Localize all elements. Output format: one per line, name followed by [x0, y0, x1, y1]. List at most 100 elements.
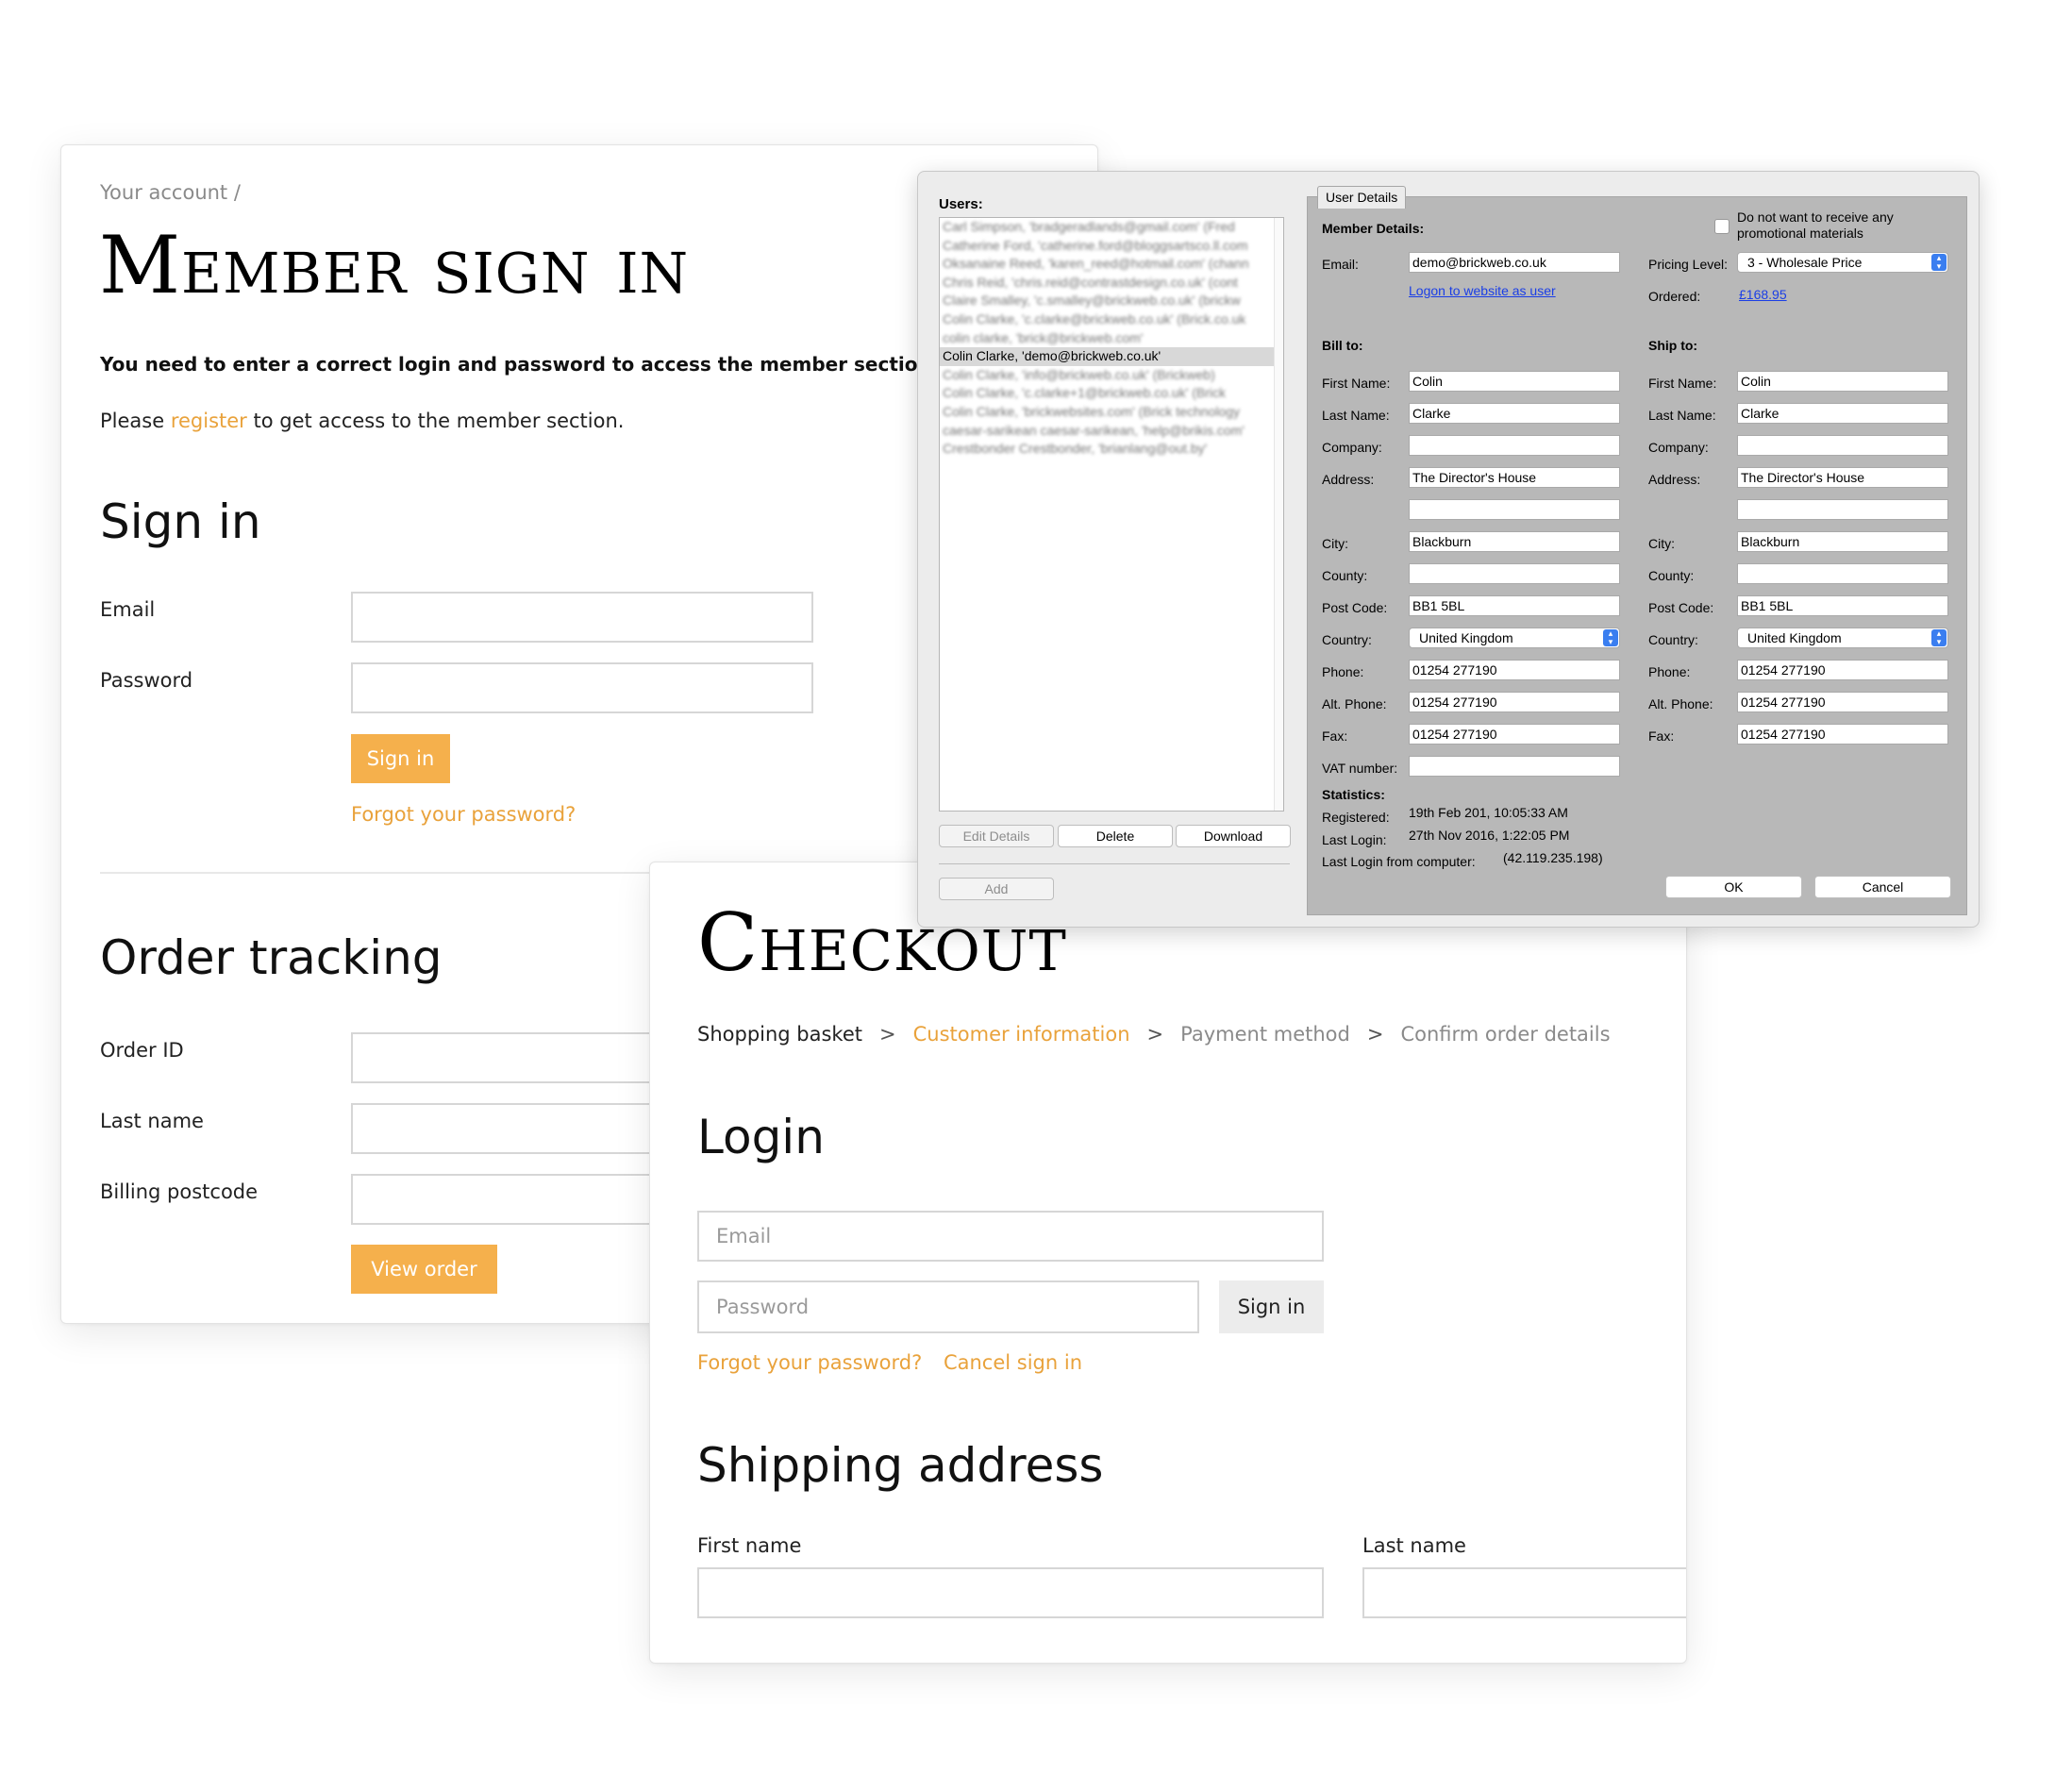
bill-company-field[interactable]: [1409, 435, 1620, 456]
statistics-label: Statistics:: [1322, 787, 1385, 802]
register-message: Please register to get access to the mem…: [100, 410, 624, 432]
user-list-item[interactable]: Crestbonder Crestbonder, 'brianlang@out.…: [940, 440, 1283, 459]
bill-phone-field[interactable]: 01254 277190: [1409, 660, 1620, 680]
view-order-button[interactable]: View order: [351, 1245, 497, 1294]
select-arrows-icon: ▴ ▾: [1931, 629, 1947, 646]
vat-number-field[interactable]: [1409, 756, 1620, 777]
ship-company-field[interactable]: [1737, 435, 1948, 456]
pricing-level-select[interactable]: 3 - Wholesale Price ▴ ▾: [1737, 252, 1948, 273]
checkout-email-input[interactable]: Email: [697, 1211, 1324, 1262]
checkout-panel: Checkout Shopping basket > Customer info…: [649, 862, 1687, 1664]
breadcrumb[interactable]: Your account /: [100, 181, 241, 204]
cancel-signin-link[interactable]: Cancel sign in: [944, 1351, 1082, 1374]
password-input[interactable]: [351, 662, 813, 713]
bill-address2-field[interactable]: [1409, 499, 1620, 520]
user-list-item[interactable]: caesar-sarikean caesar-sarikean, 'help@b…: [940, 422, 1283, 441]
checkout-password-input[interactable]: Password: [697, 1280, 1199, 1333]
first-name-label: First name: [697, 1534, 802, 1557]
ship-alt-phone-label: Alt. Phone:: [1648, 696, 1713, 711]
register-link[interactable]: register: [171, 410, 247, 432]
bill-post-code-field[interactable]: BB1 5BL: [1409, 595, 1620, 616]
registered-label: Registered:: [1322, 810, 1390, 825]
bill-to-label: Bill to:: [1322, 338, 1363, 353]
bill-address-label: Address:: [1322, 472, 1375, 487]
ship-post-code-field[interactable]: BB1 5BL: [1737, 595, 1948, 616]
user-list-item[interactable]: Colin Clarke, 'brickwebsites.com' (Brick…: [940, 403, 1283, 422]
cancel-button[interactable]: Cancel: [1814, 876, 1951, 898]
ship-address1-field[interactable]: The Director's House: [1737, 467, 1948, 488]
member-email-field[interactable]: demo@brickweb.co.uk: [1409, 252, 1620, 273]
user-list-item[interactable]: colin clarke, 'brick@brickweb.com': [940, 329, 1283, 348]
users-list[interactable]: Carl Simpson, 'bradgeradlands@gmail.com'…: [939, 217, 1284, 812]
email-placeholder: Email: [716, 1225, 772, 1247]
ship-county-field[interactable]: [1737, 563, 1948, 584]
edit-details-button[interactable]: Edit Details: [939, 825, 1054, 847]
email-input[interactable]: [351, 592, 813, 643]
registered-value: 19th Feb 201, 10:05:33 AM: [1409, 805, 1568, 820]
bill-alt-phone-field[interactable]: 01254 277190: [1409, 692, 1620, 712]
users-scrollbar[interactable]: [1274, 218, 1283, 811]
last-login-label: Last Login:: [1322, 832, 1387, 847]
ship-company-label: Company:: [1648, 440, 1709, 455]
ship-first-name-label: First Name:: [1648, 376, 1717, 391]
ship-address2-field[interactable]: [1737, 499, 1948, 520]
bill-county-field[interactable]: [1409, 563, 1620, 584]
bill-address1-field[interactable]: The Director's House: [1409, 467, 1620, 488]
ship-phone-label: Phone:: [1648, 664, 1691, 679]
ship-country-select[interactable]: United Kingdom ▴ ▾: [1737, 628, 1948, 648]
bill-country-label: Country:: [1322, 632, 1372, 647]
page-title: Member sign in: [99, 219, 690, 311]
add-button[interactable]: Add: [939, 878, 1054, 900]
order-tracking-heading: Order tracking: [100, 930, 443, 985]
first-name-input[interactable]: [697, 1567, 1324, 1618]
signin-button[interactable]: Sign in: [351, 734, 450, 783]
user-list-item[interactable]: Colin Clarke, 'c.clarke@brickweb.co.uk' …: [940, 310, 1283, 329]
user-list-item[interactable]: Colin Clarke, 'c.clarke+1@brickweb.co.uk…: [940, 384, 1283, 403]
ship-fax-field[interactable]: 01254 277190: [1737, 724, 1948, 745]
forgot-password-link[interactable]: Forgot your password?: [351, 803, 576, 826]
tab-user-details[interactable]: User Details: [1317, 186, 1407, 209]
signin-heading: Sign in: [100, 494, 261, 549]
checkout-signin-button[interactable]: Sign in: [1219, 1280, 1324, 1333]
ship-address-label: Address:: [1648, 472, 1701, 487]
download-button[interactable]: Download: [1176, 825, 1291, 847]
ok-button[interactable]: OK: [1665, 876, 1802, 898]
bill-country-value: United Kingdom: [1419, 630, 1513, 645]
last-name-label: Last name: [100, 1110, 204, 1132]
user-list-item[interactable]: Chris Reid, 'chris.reid@contrastdesign.c…: [940, 274, 1283, 293]
pricing-level-value: 3 - Wholesale Price: [1747, 255, 1863, 270]
checkout-forgot-password-link[interactable]: Forgot your password?: [697, 1351, 922, 1374]
ship-alt-phone-field[interactable]: 01254 277190: [1737, 692, 1948, 712]
user-list-item[interactable]: Catherine Ford, 'catherine.ford@bloggsar…: [940, 237, 1283, 256]
user-list-item[interactable]: Oksanaine Reed, 'karen_reed@hotmail.com'…: [940, 255, 1283, 274]
separator-line: [939, 863, 1290, 864]
user-list-item[interactable]: Carl Simpson, 'bradgeradlands@gmail.com'…: [940, 218, 1283, 237]
bill-fax-field[interactable]: 01254 277190: [1409, 724, 1620, 745]
shipping-last-name-input[interactable]: [1362, 1567, 1686, 1618]
logon-as-user-link[interactable]: Logon to website as user: [1409, 283, 1556, 298]
ship-last-name-label: Last Name:: [1648, 408, 1716, 423]
promo-checkbox[interactable]: [1714, 219, 1729, 234]
last-login-value: 27th Nov 2016, 1:22:05 PM: [1409, 828, 1570, 843]
bill-last-name-field[interactable]: Clarke: [1409, 403, 1620, 424]
bill-post-code-label: Post Code:: [1322, 600, 1388, 615]
select-arrows-icon: ▴ ▾: [1603, 629, 1618, 646]
step-shopping-basket[interactable]: Shopping basket: [697, 1023, 862, 1046]
promo-label: Do not want to receive any promotional m…: [1737, 209, 1894, 241]
ship-phone-field[interactable]: 01254 277190: [1737, 660, 1948, 680]
bill-first-name-field[interactable]: Colin: [1409, 371, 1620, 392]
password-label: Password: [100, 669, 193, 692]
register-prefix: Please: [100, 410, 171, 432]
ship-last-name-field[interactable]: Clarke: [1737, 403, 1948, 424]
delete-button[interactable]: Delete: [1058, 825, 1173, 847]
ship-city-field[interactable]: Blackburn: [1737, 531, 1948, 552]
bill-country-select[interactable]: United Kingdom ▴ ▾: [1409, 628, 1620, 648]
user-list-item[interactable]: Colin Clarke, 'demo@brickweb.co.uk': [940, 347, 1283, 366]
ordered-value-link[interactable]: £168.95: [1739, 287, 1787, 302]
bill-city-field[interactable]: Blackburn: [1409, 531, 1620, 552]
login-links: Forgot your password? Cancel sign in: [697, 1351, 1082, 1374]
user-list-item[interactable]: Claire Smalley, 'c.smalley@brickweb.co.u…: [940, 292, 1283, 310]
user-list-item[interactable]: Colin Clarke, 'info@brickweb.co.uk' (Bri…: [940, 366, 1283, 385]
ship-first-name-field[interactable]: Colin: [1737, 371, 1948, 392]
ship-fax-label: Fax:: [1648, 728, 1675, 744]
